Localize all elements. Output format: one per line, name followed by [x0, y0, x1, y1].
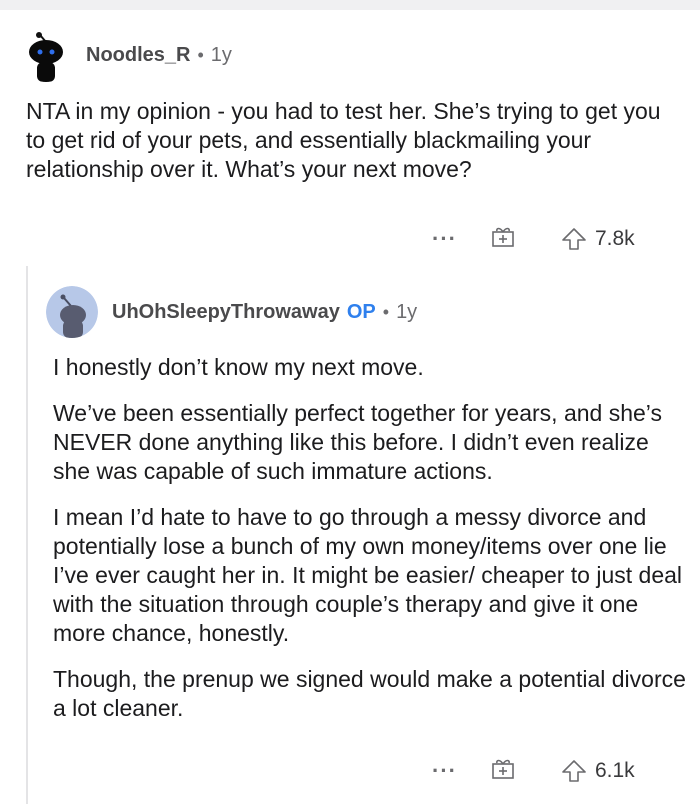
reply-avatar[interactable] — [46, 286, 98, 338]
thread-line — [26, 266, 28, 804]
separator-dot: • — [197, 45, 204, 65]
upvote-icon — [562, 227, 586, 250]
upvote-button[interactable]: 6.1k — [561, 759, 635, 783]
top-strip — [0, 0, 700, 10]
reply-paragraph: We’ve been essentially perfect together … — [53, 400, 662, 484]
upvote-button[interactable]: 7.8k — [561, 227, 635, 251]
reply-age: 1y — [396, 301, 418, 323]
snoo-avatar-icon — [46, 286, 98, 338]
comment-header: Noodles_R • 1y — [86, 44, 232, 67]
gift-icon[interactable] — [491, 224, 515, 253]
username[interactable]: Noodles_R — [86, 44, 190, 67]
op-badge: OP — [346, 301, 376, 323]
reply-body: I honestly don’t know my next move. We’v… — [53, 353, 689, 723]
comment-age: 1y — [210, 44, 232, 66]
upvote-icon — [562, 759, 586, 782]
reply-paragraph: I mean I’d hate to have to go through a … — [53, 504, 683, 646]
commenter-avatar[interactable] — [20, 30, 72, 82]
upvote-count: 7.8k — [594, 226, 635, 250]
reply-paragraph: I honestly don’t know my next move. — [53, 354, 424, 380]
reply-actions: ··· 6.1k — [432, 756, 635, 785]
username[interactable]: UhOhSleepyThrowaway — [112, 301, 340, 324]
separator-dot: • — [382, 302, 390, 322]
reply-paragraph: Though, the prenup we signed would make … — [53, 666, 686, 721]
snoo-avatar-icon — [20, 30, 72, 82]
comment-actions: ··· 7.8k — [432, 224, 635, 253]
upvote-count: 6.1k — [594, 758, 635, 782]
gift-icon[interactable] — [491, 756, 515, 785]
more-icon[interactable]: ··· — [432, 226, 457, 252]
more-icon[interactable]: ··· — [432, 758, 457, 784]
comment-body: NTA in my opinion - you had to test her.… — [26, 98, 661, 182]
reply-header: UhOhSleepyThrowaway OP • 1y — [112, 301, 417, 324]
